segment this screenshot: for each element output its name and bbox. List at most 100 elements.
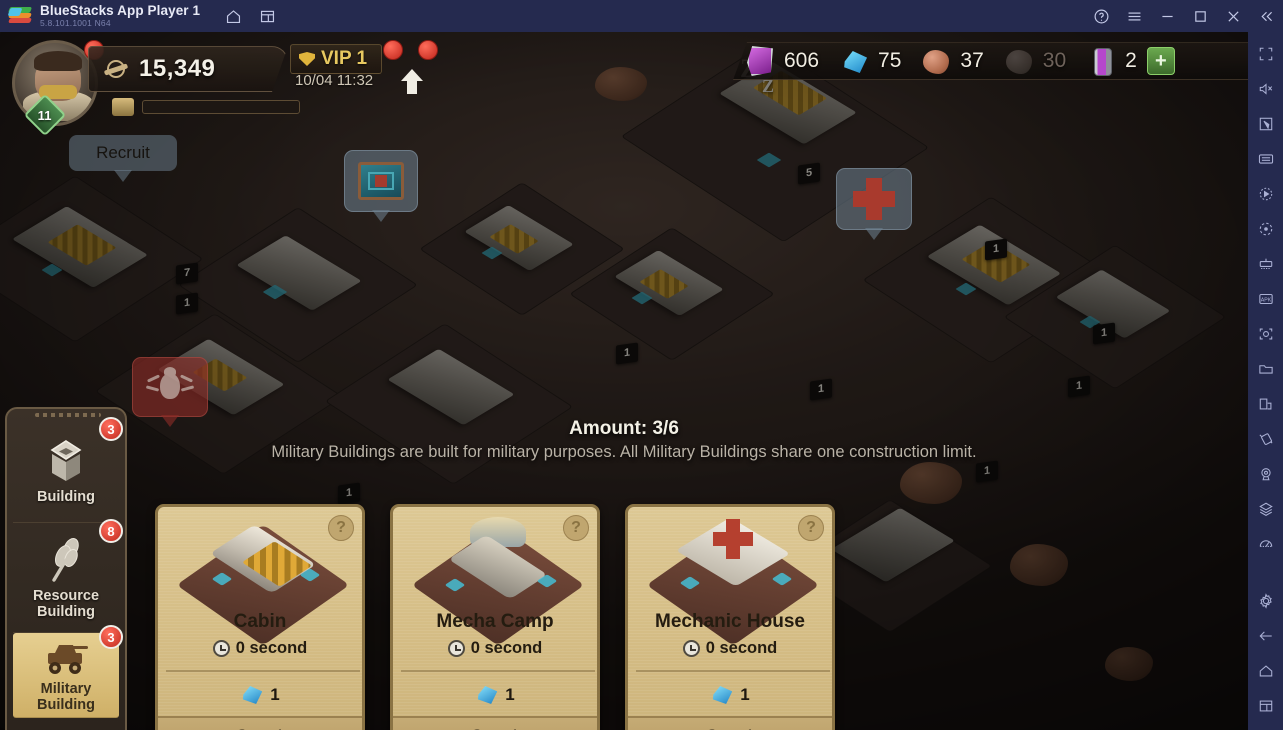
map-building-level: 5: [798, 162, 821, 185]
macro-play-icon[interactable]: [1250, 178, 1282, 210]
title-nav: [218, 2, 282, 30]
rotate-icon[interactable]: [1250, 213, 1282, 245]
cursor-icon[interactable]: [1250, 108, 1282, 140]
build-cost: 1: [393, 685, 597, 705]
location-icon[interactable]: [1250, 458, 1282, 490]
back-arrow-icon[interactable]: [1250, 620, 1282, 652]
title-block: BlueStacks App Player 1 5.8.101.1001 N64: [40, 0, 200, 32]
map-pin-medical[interactable]: [836, 168, 912, 240]
app-window: 1 1 1 1 1 1 1 1 5 7 Z Z: [0, 0, 1283, 730]
upgrade-arrow-icon[interactable]: [398, 68, 428, 98]
sidebar-item-military-building[interactable]: Military Building 3: [13, 625, 123, 718]
stone-ore-icon: [923, 46, 953, 76]
help-icon[interactable]: ?: [798, 515, 824, 541]
build-cost-value: 1: [505, 685, 515, 704]
resource-item-stone-ore[interactable]: 37: [909, 46, 991, 76]
vip-notification-badge: [383, 40, 403, 60]
build-description: Military Buildings are built for militar…: [271, 443, 977, 461]
map-pin-alien[interactable]: [132, 357, 208, 427]
vip-label: VIP 1: [321, 48, 368, 69]
shake-icon[interactable]: [1250, 423, 1282, 455]
tank-icon: [39, 637, 93, 677]
media-folder-icon[interactable]: [1250, 353, 1282, 385]
help-icon[interactable]: ?: [328, 515, 354, 541]
sidebar-item-building[interactable]: Building 3: [13, 417, 123, 523]
home-icon[interactable]: [218, 2, 248, 30]
map-rock: [900, 462, 962, 504]
build-cost: 1: [628, 685, 832, 705]
gyroscope-icon[interactable]: [1250, 528, 1282, 560]
building-card-list: ? Cabin 0 second 1 Own:1: [155, 504, 835, 730]
sidebar-item-decoration[interactable]: Decoration: [13, 718, 119, 730]
power-plate[interactable]: 15,349: [88, 46, 288, 92]
building-name: Mecha Camp: [436, 611, 554, 632]
build-time: 0 second: [628, 639, 832, 658]
multi-instance-icon[interactable]: [252, 2, 282, 30]
map-building-level: 1: [1068, 375, 1091, 398]
game-viewport[interactable]: 1 1 1 1 1 1 1 1 5 7 Z Z: [0, 32, 1248, 730]
help-icon[interactable]: ?: [563, 515, 589, 541]
dark-ore-icon: [1005, 46, 1036, 76]
resource-item-purple-chip[interactable]: 606: [733, 46, 827, 76]
layers-icon[interactable]: [1250, 493, 1282, 525]
xp-progress: [112, 98, 300, 116]
close-icon[interactable]: [1217, 0, 1250, 32]
build-time: 0 second: [158, 639, 362, 658]
svg-text:APK: APK: [1260, 297, 1271, 303]
resource-value: 606: [784, 49, 820, 72]
collapse-sidebar-icon[interactable]: [1250, 0, 1283, 32]
building-card-mecha-camp[interactable]: ? Mecha Camp 0 second 1: [390, 504, 600, 730]
help-icon[interactable]: [1085, 0, 1118, 32]
screenshot-icon[interactable]: [1250, 318, 1282, 350]
resource-item-blue-gem[interactable]: 75: [827, 46, 909, 76]
vip-plate[interactable]: VIP 1: [290, 44, 383, 74]
category-rail: Building 3 Resource Building 8 Military …: [5, 407, 127, 730]
fullscreen-icon[interactable]: [1250, 38, 1282, 70]
sidebar-item-label: Resource Building: [32, 587, 100, 620]
add-resource-button[interactable]: +: [1146, 47, 1175, 75]
recents-icon[interactable]: [1250, 690, 1282, 722]
category-badge: 3: [99, 625, 123, 649]
bluestacks-sidebar: APK: [1248, 32, 1283, 730]
vip-chevron-icon: [299, 52, 315, 66]
map-building-level: 1: [976, 460, 999, 483]
building-card-cabin[interactable]: ? Cabin 0 second 1 Own:1: [155, 504, 365, 730]
clock-icon: [682, 640, 700, 657]
keyboard-icon[interactable]: [1250, 143, 1282, 175]
owned-count: Own:1: [393, 716, 597, 730]
home-nav-icon[interactable]: [1250, 655, 1282, 687]
resource-value: 75: [878, 49, 902, 72]
menu-icon[interactable]: [1118, 0, 1151, 32]
build-cost-value: 1: [270, 685, 280, 704]
map-pin-scroll[interactable]: [344, 150, 418, 222]
resource-bar: 606 75 37 30 2 +: [733, 42, 1248, 80]
sidebar-item-resource-building[interactable]: Resource Building 8: [13, 519, 123, 633]
bluestacks-logo-icon: [7, 5, 33, 27]
settings-gear-icon[interactable]: [1250, 585, 1282, 617]
maximize-icon[interactable]: [1184, 0, 1217, 32]
title-bar: BlueStacks App Player 1 5.8.101.1001 N64: [0, 0, 1283, 32]
resource-item-dark-ore[interactable]: 30: [992, 46, 1074, 76]
alien-bug-icon: [143, 365, 197, 409]
map-building-level: 1: [616, 342, 639, 365]
map-rock: [1010, 544, 1068, 586]
blueprint-scroll-icon: [358, 162, 404, 200]
resource-item-energy-can[interactable]: 2: [1074, 46, 1145, 76]
build-time: 0 second: [393, 639, 597, 658]
sidebar-item-label: Military Building: [37, 681, 95, 713]
category-badge: 3: [99, 417, 123, 441]
install-apk-icon[interactable]: APK: [1250, 283, 1282, 315]
resource-value: 30: [1042, 49, 1067, 72]
mute-icon[interactable]: [1250, 73, 1282, 105]
build-cost-value: 1: [740, 685, 750, 704]
minimize-icon[interactable]: [1151, 0, 1184, 32]
window-controls: [1085, 0, 1283, 32]
xp-bar: [142, 100, 300, 114]
eco-mode-icon[interactable]: [1250, 248, 1282, 280]
building-icon: [39, 437, 93, 485]
category-badge: 8: [99, 519, 123, 543]
building-name: Mechanic House: [655, 611, 805, 632]
multi-window-icon[interactable]: [1250, 388, 1282, 420]
upgrade-notification-badge: [418, 40, 438, 60]
building-card-mechanic-house[interactable]: ? Mechanic House 0 second 1: [625, 504, 835, 730]
